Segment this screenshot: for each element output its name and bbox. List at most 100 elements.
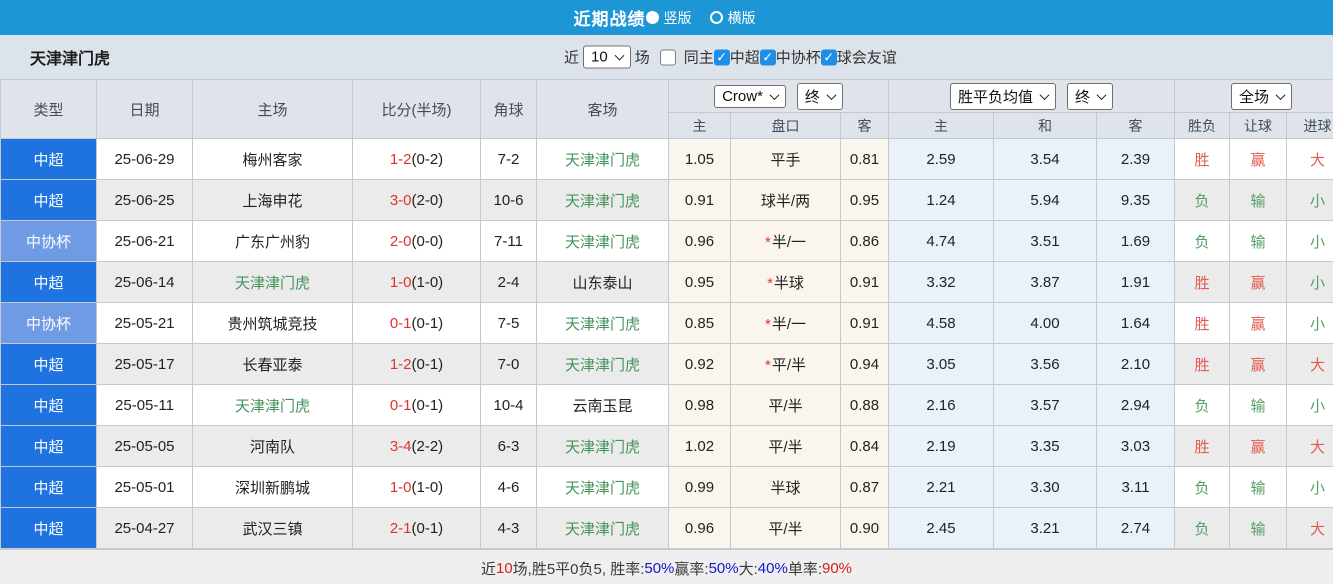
corner-score: 7-11 (480, 220, 537, 262)
avg-home: 3.05 (888, 343, 995, 385)
checkbox-league-super[interactable]: ✓ (713, 49, 730, 65)
odds-handicap: *平/半 (730, 343, 841, 385)
col-header-odds-handicap: 盘口 (730, 112, 841, 139)
match-type-badge: 中超 (0, 507, 97, 549)
corner-score: 7-2 (480, 138, 537, 180)
table-row: 中超 25-04-27 武汉三镇 2-1(0-1) 4-3 天津津门虎 0.96… (0, 507, 1333, 549)
odds-company-select[interactable]: Crow* (714, 84, 786, 108)
match-type-badge: 中超 (0, 261, 97, 303)
col-header-score: 比分(半场) (352, 79, 481, 139)
period-select[interactable]: 全场 (1231, 82, 1293, 110)
avg-home: 2.45 (888, 507, 995, 549)
handicap-star-icon: * (764, 356, 771, 374)
recent-count-select[interactable]: 10 (583, 45, 631, 69)
avg-odds-select[interactable]: 胜平负均值 (950, 82, 1057, 110)
title-bar: 近期战绩 竖版 横版 (0, 0, 1333, 35)
check-icon: ✓ (762, 49, 774, 64)
match-date: 25-05-11 (96, 384, 193, 426)
odds-handicap: *半/一 (730, 302, 841, 344)
match-date: 25-05-21 (96, 302, 193, 344)
avg-home: 2.16 (888, 384, 995, 426)
radio-selected-icon[interactable] (645, 11, 659, 24)
match-type-badge: 中超 (0, 425, 97, 467)
checkbox-league-cup[interactable]: ✓ (759, 49, 776, 65)
filter-label-super[interactable]: 中超 (730, 47, 760, 68)
avg-away: 2.94 (1096, 384, 1176, 426)
table-row: 中超 25-06-14 天津津门虎 1-0(1-0) 2-4 山东泰山 0.95… (0, 261, 1333, 303)
table-row: 中超 25-05-17 长春亚泰 1-2(0-1) 7-0 天津津门虎 0.92… (0, 343, 1333, 385)
odds-home: 0.91 (668, 179, 731, 221)
checkbox-friendly[interactable]: ✓ (820, 49, 837, 65)
away-team: 天津津门虎 (536, 179, 669, 221)
match-score: 0-1(0-1) (352, 384, 481, 426)
avg-draw: 3.35 (993, 425, 1098, 467)
col-header-goals-result: 进球 (1286, 112, 1333, 139)
summary-segment: 50% (644, 559, 675, 577)
table-row: 中超 25-06-29 梅州客家 1-2(0-2) 7-2 天津津门虎 1.05… (0, 138, 1333, 180)
odds-home: 0.96 (668, 220, 731, 262)
avg-draw: 3.51 (993, 220, 1098, 262)
col-header-away: 客场 (536, 79, 669, 139)
away-team: 天津津门虎 (536, 466, 669, 508)
result-handicap: 输 (1229, 384, 1288, 426)
radio-unselected-icon[interactable] (709, 11, 723, 24)
result-handicap: 赢 (1229, 138, 1288, 180)
home-team: 天津津门虎 (192, 384, 353, 426)
filter-label-cup[interactable]: 中协杯 (776, 47, 821, 68)
match-score: 2-0(0-0) (352, 220, 481, 262)
summary-bar: 近 10 场,胜5平0负5, 胜率: 50% 赢率: 50% 大: 40% 单率: 90% (0, 549, 1333, 584)
match-type-badge: 中超 (0, 179, 97, 221)
match-type-badge: 中超 (0, 138, 97, 180)
avg-draw: 3.30 (993, 466, 1098, 508)
match-date: 25-04-27 (96, 507, 193, 549)
chevron-down-icon (1096, 89, 1107, 100)
avg-away: 2.10 (1096, 343, 1176, 385)
handicap-star-icon: * (764, 315, 771, 333)
result-winlose: 胜 (1174, 302, 1231, 344)
result-handicap: 输 (1229, 507, 1288, 549)
avg-time-select[interactable]: 终 (1067, 82, 1114, 110)
odds-handicap: 平/半 (730, 384, 841, 426)
col-header-date: 日期 (96, 79, 193, 139)
odds-home: 0.99 (668, 466, 731, 508)
result-goals: 大 (1286, 507, 1333, 549)
recent-label: 近 (564, 49, 580, 67)
result-goals: 小 (1286, 179, 1333, 221)
col-header-corner: 角球 (480, 79, 537, 139)
home-team: 河南队 (192, 425, 353, 467)
summary-segment: 场,胜5平0负5, 胜率: (512, 560, 645, 578)
result-winlose: 胜 (1174, 138, 1231, 180)
avg-home: 2.19 (888, 425, 995, 467)
team-name: 天津津门虎 (30, 51, 111, 68)
result-handicap: 输 (1229, 466, 1288, 508)
same-home-away-label[interactable]: 同主 (684, 47, 714, 68)
col-header-home: 主场 (192, 79, 353, 139)
avg-draw: 4.00 (993, 302, 1098, 344)
checkbox-same-home-away[interactable] (659, 49, 676, 65)
corner-score: 7-0 (480, 343, 537, 385)
layout-vertical-option[interactable]: 竖版 (664, 8, 692, 28)
col-header-result: 胜负 (1174, 112, 1231, 139)
table-row: 中超 25-05-05 河南队 3-4(2-2) 6-3 天津津门虎 1.02 … (0, 425, 1333, 467)
result-handicap: 赢 (1229, 261, 1288, 303)
odds-home: 1.02 (668, 425, 731, 467)
avg-home: 1.24 (888, 179, 995, 221)
odds-away: 0.88 (839, 384, 890, 426)
page-title: 近期战绩 (573, 10, 646, 29)
avg-draw: 3.87 (993, 261, 1098, 303)
layout-horizontal-option[interactable]: 横版 (728, 8, 756, 28)
away-team: 山东泰山 (536, 261, 669, 303)
match-score: 2-1(0-1) (352, 507, 481, 549)
avg-away: 9.35 (1096, 179, 1176, 221)
avg-away: 1.69 (1096, 220, 1176, 262)
avg-away: 3.03 (1096, 425, 1176, 467)
results-table: 类型 日期 主场 比分(半场) 角球 客场 Crow* 终 胜平负均值 终 全场… (0, 79, 1333, 549)
odds-away: 0.95 (839, 179, 890, 221)
odds-time-select[interactable]: 终 (796, 82, 843, 110)
recent-results-panel: 近期战绩 竖版 横版 天津津门虎 近 10 场 同主 ✓ 中超 ✓ 中协杯 ✓ … (0, 0, 1333, 584)
odds-home: 0.96 (668, 507, 731, 549)
result-goals: 大 (1286, 138, 1333, 180)
filter-label-friendly[interactable]: 球会友谊 (837, 47, 897, 68)
match-score: 3-0(2-0) (352, 179, 481, 221)
home-team: 贵州筑城竞技 (192, 302, 353, 344)
